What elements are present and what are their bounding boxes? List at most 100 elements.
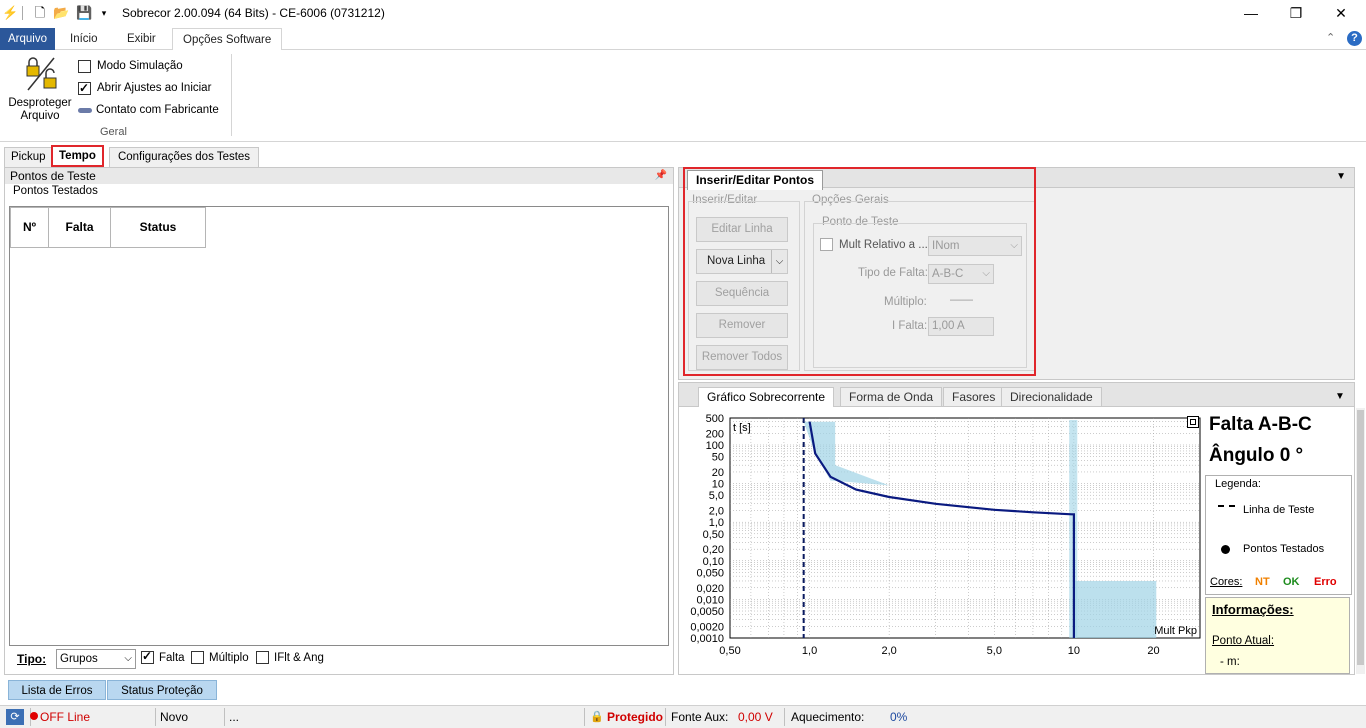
offline-dot-icon xyxy=(30,712,38,720)
y-tick-label: 0,020 xyxy=(696,583,724,595)
y-tick-label: 10 xyxy=(712,479,724,491)
fonte-aux-value: 0,00 V xyxy=(738,710,773,724)
scrollbar-thumb[interactable] xyxy=(1357,410,1364,665)
pin-icon[interactable]: 📌 xyxy=(655,168,667,184)
iflt-ang-checkbox[interactable]: IFlt & Ang xyxy=(256,651,324,664)
tab-arquivo[interactable]: Arquivo xyxy=(0,28,55,50)
checkbox-box[interactable] xyxy=(78,80,91,96)
tab-grafico-sobrecorrente[interactable]: Gráfico Sobrecorrente xyxy=(698,387,835,407)
unprotect-label-1: Desproteger xyxy=(8,97,72,109)
left-panel: Pontos de Teste 📌 Pontos Testados Nº Fal… xyxy=(4,167,674,675)
y-tick-label: 0,0010 xyxy=(690,633,724,645)
tab-forma-onda[interactable]: Forma de Onda xyxy=(840,387,943,406)
contato-label: Contato com Fabricante xyxy=(96,104,219,116)
tab-status-protecao[interactable]: Status Proteção xyxy=(107,680,217,700)
maximize-button[interactable]: ❐ xyxy=(1273,0,1319,28)
phone-icon xyxy=(78,107,92,113)
refresh-icon[interactable]: ⟳ xyxy=(6,709,24,725)
tipo-label: Tipo: xyxy=(17,652,47,666)
abrir-ajustes-checkbox[interactable]: Abrir Ajustes ao Iniciar xyxy=(78,80,211,96)
ribbon-separator xyxy=(231,54,232,136)
tab-tempo[interactable]: Tempo xyxy=(51,145,104,167)
pontos-teste-header: Pontos de Teste 📌 xyxy=(5,168,673,184)
x-tick-label: 10 xyxy=(1068,645,1080,657)
y-tick-label: 20 xyxy=(712,467,724,479)
legenda-label: Legenda: xyxy=(1215,478,1261,490)
pontos-testados-label: Pontos Testados xyxy=(13,185,98,197)
falta-checkbox-label: Falta xyxy=(159,651,185,664)
column-header-falta[interactable]: Falta xyxy=(49,208,111,247)
iflt-ang-checkbox-label: IFlt & Ang xyxy=(274,651,324,664)
y-tick-label: 200 xyxy=(706,428,724,440)
falta-checkbox[interactable]: Falta xyxy=(141,649,185,664)
points-table[interactable]: Nº Falta Status xyxy=(9,206,669,646)
multiplo-checkbox-label: Múltiplo xyxy=(209,651,249,664)
tolerance-band-instantaneous xyxy=(1073,580,1157,638)
status-bar: ⟳ OFF Line Novo ... 🔒 Protegido Fonte Au… xyxy=(0,705,1366,728)
tab-direcionalidade[interactable]: Direcionalidade xyxy=(1001,387,1102,406)
overcurrent-chart[interactable]: 5002001005020105,02,01,00,500,200,100,05… xyxy=(680,408,1202,674)
x-axis-label: Mult Pkp xyxy=(1154,625,1197,637)
dropdown-arrow-icon[interactable]: ▼ xyxy=(1336,171,1346,182)
offline-status: OFF Line xyxy=(40,710,91,724)
column-header-status[interactable]: Status xyxy=(111,208,205,247)
x-tick-label: 5,0 xyxy=(987,645,1002,657)
legend-point-swatch xyxy=(1221,545,1230,554)
tipo-select[interactable]: Grupos ⌵ xyxy=(56,649,136,669)
legend-line-label: Linha de Teste xyxy=(1243,504,1315,516)
aquecimento-value: 0% xyxy=(890,710,908,724)
title-bar: ⚡ 🗋 📂 💾 ▾ Sobrecor 2.00.094 (64 Bits) - … xyxy=(0,0,1366,28)
info-box: Informações: Ponto Atual: - m: xyxy=(1205,597,1350,674)
checkbox-box[interactable] xyxy=(141,649,154,664)
qa-dropdown-icon[interactable]: ▾ xyxy=(96,5,112,21)
tab-fasores[interactable]: Fasores xyxy=(943,387,1005,406)
graph-dropdown-icon[interactable]: ▼ xyxy=(1335,391,1345,402)
close-button[interactable]: ✕ xyxy=(1318,0,1364,28)
y-tick-label: 0,20 xyxy=(703,544,724,556)
checkbox-box[interactable] xyxy=(191,651,204,664)
new-file-icon[interactable]: 🗋 xyxy=(32,5,48,21)
modo-simulacao-label: Modo Simulação xyxy=(97,60,183,72)
modo-simulacao-checkbox[interactable]: Modo Simulação xyxy=(78,58,183,74)
novo-status: Novo xyxy=(160,710,189,724)
y-tick-label: 0,050 xyxy=(696,567,724,579)
tab-opcoes-software[interactable]: Opções Software xyxy=(172,28,283,51)
x-tick-label: 0,50 xyxy=(719,645,740,657)
x-tick-label: 1,0 xyxy=(802,645,817,657)
checkbox-box[interactable] xyxy=(78,59,91,73)
column-header-numero[interactable]: Nº xyxy=(11,208,49,247)
info-title: Informações: xyxy=(1212,602,1294,617)
unprotect-file-button[interactable]: Desproteger Arquivo xyxy=(4,54,74,124)
tab-configuracoes-testes[interactable]: Configurações dos Testes xyxy=(109,147,259,167)
contato-fabricante-button[interactable]: Contato com Fabricante xyxy=(78,102,219,118)
collapse-ribbon-icon[interactable]: ⌃ xyxy=(1326,31,1335,44)
open-folder-icon[interactable]: 📂 xyxy=(53,5,69,21)
tab-pickup[interactable]: Pickup xyxy=(4,147,53,167)
tab-lista-erros[interactable]: Lista de Erros xyxy=(8,680,106,700)
ribbon-group-label: Geral xyxy=(100,126,127,138)
y-tick-label: 0,0050 xyxy=(690,606,724,618)
lock-icon: 🔒 xyxy=(590,711,604,723)
tab-exibir[interactable]: Exibir xyxy=(117,28,166,50)
legend-box: Legenda: Linha de Teste Pontos Testados … xyxy=(1205,475,1352,595)
nt-label: NT xyxy=(1255,576,1270,588)
help-icon[interactable]: ? xyxy=(1347,31,1362,46)
minimize-button[interactable]: — xyxy=(1228,0,1274,28)
falta-title: Falta A-B-C xyxy=(1209,414,1312,435)
ribbon-body: Desproteger Arquivo Modo Simulação Abrir… xyxy=(0,50,1366,142)
x-tick-label: 20 xyxy=(1147,645,1159,657)
y-tick-label: 0,0020 xyxy=(690,621,724,633)
qa-separator xyxy=(22,6,23,20)
legend-scrollbar[interactable] xyxy=(1356,408,1365,674)
chart-expand-icon[interactable] xyxy=(1187,416,1199,428)
ribbon-tabs: Arquivo Início Exibir Opções Software ⌃ … xyxy=(0,28,1366,51)
window-title: Sobrecor 2.00.094 (64 Bits) - CE-6006 (0… xyxy=(122,6,385,20)
y-tick-label: 50 xyxy=(712,452,724,464)
tab-inicio[interactable]: Início xyxy=(60,28,108,50)
multiplo-checkbox[interactable]: Múltiplo xyxy=(191,651,249,664)
aquecimento-label: Aquecimento: xyxy=(791,710,865,724)
y-tick-label: 2,0 xyxy=(709,506,724,518)
save-icon[interactable]: 💾 xyxy=(76,5,92,21)
checkbox-box[interactable] xyxy=(256,651,269,664)
tipo-select-value: Grupos xyxy=(60,653,98,665)
